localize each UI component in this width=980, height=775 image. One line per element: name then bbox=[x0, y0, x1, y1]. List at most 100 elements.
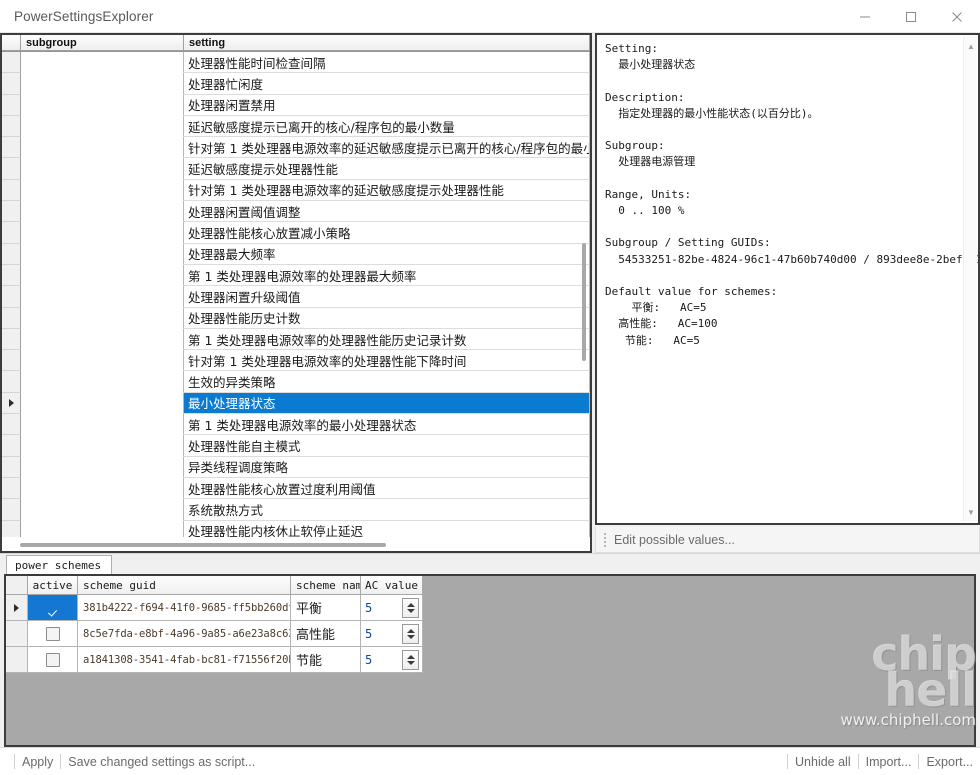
cell-subgroup[interactable] bbox=[21, 286, 184, 308]
row-selector-cell[interactable] bbox=[2, 73, 21, 95]
cell-subgroup[interactable] bbox=[21, 243, 184, 265]
row-selector-cell[interactable] bbox=[2, 52, 21, 74]
cell-scheme-guid[interactable]: 8c5e7fda-e8bf-4a96-9a85-a6e23a8c635c bbox=[78, 621, 291, 647]
ac-value-stepper[interactable] bbox=[402, 649, 419, 670]
table-row[interactable]: 处理器闲置升级阈值 bbox=[2, 286, 590, 308]
table-row[interactable]: 381b4222-f694-41f0-9685-ff5bb260df2e 平衡 5 bbox=[6, 595, 423, 621]
table-row[interactable]: 处理器性能历史计数 bbox=[2, 307, 590, 329]
column-header-subgroup[interactable]: subgroup bbox=[21, 35, 184, 51]
table-row[interactable]: 8c5e7fda-e8bf-4a96-9a85-a6e23a8c635c 高性能 5 bbox=[6, 621, 423, 647]
table-row[interactable]: 针对第 1 类处理器电源效率的延迟敏感度提示处理器性能 bbox=[2, 179, 590, 202]
row-selector-cell[interactable] bbox=[2, 115, 21, 138]
column-header-active[interactable]: active bbox=[28, 576, 78, 595]
table-row[interactable]: 处理器闲置禁用 bbox=[2, 94, 590, 116]
cell-setting[interactable]: 处理器闲置阈值调整 bbox=[184, 201, 590, 223]
cell-setting[interactable]: 最小处理器状态 bbox=[184, 392, 590, 415]
scrollbar-thumb[interactable] bbox=[582, 243, 586, 361]
table-row[interactable]: 处理器闲置阈值调整 bbox=[2, 201, 590, 223]
row-selector-cell[interactable] bbox=[2, 435, 21, 457]
close-button[interactable] bbox=[934, 0, 980, 33]
row-selector-cell[interactable] bbox=[2, 222, 21, 244]
cell-scheme-name[interactable]: 平衡 bbox=[291, 595, 361, 621]
cell-subgroup[interactable] bbox=[21, 371, 184, 393]
cell-setting[interactable]: 处理器忙闲度 bbox=[184, 73, 590, 95]
checkbox-icon[interactable] bbox=[45, 626, 60, 641]
row-selector-cell[interactable] bbox=[2, 94, 21, 116]
column-header-scheme-name[interactable]: scheme name bbox=[291, 576, 361, 595]
cell-subgroup[interactable] bbox=[21, 414, 184, 436]
cell-subgroup[interactable] bbox=[21, 137, 184, 159]
row-selector-cell[interactable] bbox=[2, 179, 21, 202]
stepper-up-icon[interactable] bbox=[406, 602, 415, 607]
cell-setting[interactable]: 异类线程调度策略 bbox=[184, 456, 590, 478]
row-selector-cell[interactable] bbox=[2, 350, 21, 372]
cell-scheme-guid[interactable]: 381b4222-f694-41f0-9685-ff5bb260df2e bbox=[78, 595, 291, 621]
table-row[interactable]: a1841308-3541-4fab-bc81-f71556f20b4a 节能 5 bbox=[6, 647, 423, 673]
ac-value-text[interactable]: 5 bbox=[365, 627, 402, 641]
cell-subgroup[interactable] bbox=[21, 158, 184, 180]
column-header-scheme-guid[interactable]: scheme guid bbox=[78, 576, 291, 595]
tab-power-schemes[interactable]: power schemes bbox=[6, 555, 113, 574]
table-row[interactable]: 处理器性能核心放置减小策略 bbox=[2, 222, 590, 244]
cell-subgroup[interactable] bbox=[21, 94, 184, 116]
edit-possible-values-bar[interactable]: Edit possible values... bbox=[595, 527, 980, 553]
export-button[interactable]: Export... bbox=[926, 755, 973, 769]
cell-setting[interactable]: 第 1 类处理器电源效率的处理器性能历史记录计数 bbox=[184, 328, 590, 351]
cell-subgroup[interactable] bbox=[21, 222, 184, 244]
row-selector-cell[interactable] bbox=[2, 286, 21, 308]
cell-subgroup[interactable] bbox=[21, 73, 184, 95]
cell-setting[interactable]: 针对第 1 类处理器电源效率的处理器性能下降时间 bbox=[184, 350, 590, 372]
row-selector-cell[interactable] bbox=[2, 477, 21, 500]
row-selector-cell[interactable] bbox=[2, 307, 21, 329]
checkbox-icon[interactable] bbox=[45, 652, 60, 667]
cell-subgroup[interactable] bbox=[21, 201, 184, 223]
row-selector-cell[interactable] bbox=[2, 456, 21, 478]
table-row[interactable]: 处理器性能内核休止软停止延迟 bbox=[2, 520, 590, 537]
table-row[interactable]: 延迟敏感度提示已离开的核心/程序包的最小数量 bbox=[2, 115, 590, 138]
details-vertical-scrollbar[interactable]: ▲ ▼ bbox=[963, 37, 977, 521]
row-selector-cell[interactable] bbox=[6, 621, 28, 647]
table-row[interactable]: 针对第 1 类处理器电源效率的处理器性能下降时间 bbox=[2, 350, 590, 372]
cell-setting[interactable]: 处理器性能内核休止软停止延迟 bbox=[184, 520, 590, 537]
cell-setting[interactable]: 处理器闲置禁用 bbox=[184, 94, 590, 116]
table-row[interactable]: 异类线程调度策略 bbox=[2, 456, 590, 478]
cell-setting[interactable]: 系统散热方式 bbox=[184, 499, 590, 521]
table-row[interactable]: 生效的异类策略 bbox=[2, 371, 590, 393]
cell-ac-value[interactable]: 5 bbox=[361, 595, 423, 621]
cell-active[interactable] bbox=[28, 647, 78, 673]
cell-setting[interactable]: 第 1 类处理器电源效率的处理器最大频率 bbox=[184, 264, 590, 287]
import-button[interactable]: Import... bbox=[866, 755, 912, 769]
cell-subgroup[interactable] bbox=[21, 115, 184, 138]
row-selector-cell[interactable] bbox=[2, 414, 21, 436]
cell-subgroup[interactable] bbox=[21, 435, 184, 457]
table-row[interactable]: 系统散热方式 bbox=[2, 499, 590, 521]
cell-active[interactable] bbox=[28, 595, 78, 621]
row-selector-cell[interactable] bbox=[2, 520, 21, 537]
cell-setting[interactable]: 生效的异类策略 bbox=[184, 371, 590, 393]
table-row[interactable]: 第 1 类处理器电源效率的处理器最大频率 bbox=[2, 264, 590, 287]
scroll-down-icon[interactable]: ▼ bbox=[964, 505, 978, 519]
cell-setting[interactable]: 第 1 类处理器电源效率的最小处理器状态 bbox=[184, 414, 590, 436]
scrollbar-thumb[interactable] bbox=[20, 543, 386, 547]
row-selector-cell[interactable] bbox=[2, 499, 21, 521]
table-row[interactable]: 处理器性能时间检查间隔 bbox=[2, 52, 590, 74]
row-selector-cell[interactable] bbox=[2, 137, 21, 159]
stepper-down-icon[interactable] bbox=[406, 634, 415, 639]
cell-subgroup[interactable] bbox=[21, 264, 184, 287]
cell-setting[interactable]: 处理器最大频率 bbox=[184, 243, 590, 265]
cell-ac-value[interactable]: 5 bbox=[361, 621, 423, 647]
cell-setting[interactable]: 针对第 1 类处理器电源效率的延迟敏感度提示处理器性能 bbox=[184, 179, 590, 202]
table-row[interactable]: 处理器忙闲度 bbox=[2, 73, 590, 95]
table-row[interactable]: 处理器性能自主模式 bbox=[2, 435, 590, 457]
power-schemes-grid[interactable]: active scheme guid scheme name AC value … bbox=[6, 576, 423, 673]
apply-button[interactable]: Apply bbox=[22, 755, 53, 769]
cell-setting[interactable]: 延迟敏感度提示处理器性能 bbox=[184, 158, 590, 180]
table-row[interactable]: 处理器性能核心放置过度利用阈值 bbox=[2, 477, 590, 500]
maximize-button[interactable] bbox=[888, 0, 934, 33]
cell-scheme-name[interactable]: 节能 bbox=[291, 647, 361, 673]
cell-subgroup[interactable] bbox=[21, 307, 184, 329]
cell-subgroup[interactable] bbox=[21, 520, 184, 537]
settings-grid-vertical-scrollbar[interactable] bbox=[578, 53, 589, 537]
edit-possible-values-label[interactable]: Edit possible values... bbox=[614, 533, 735, 547]
stepper-down-icon[interactable] bbox=[406, 660, 415, 665]
